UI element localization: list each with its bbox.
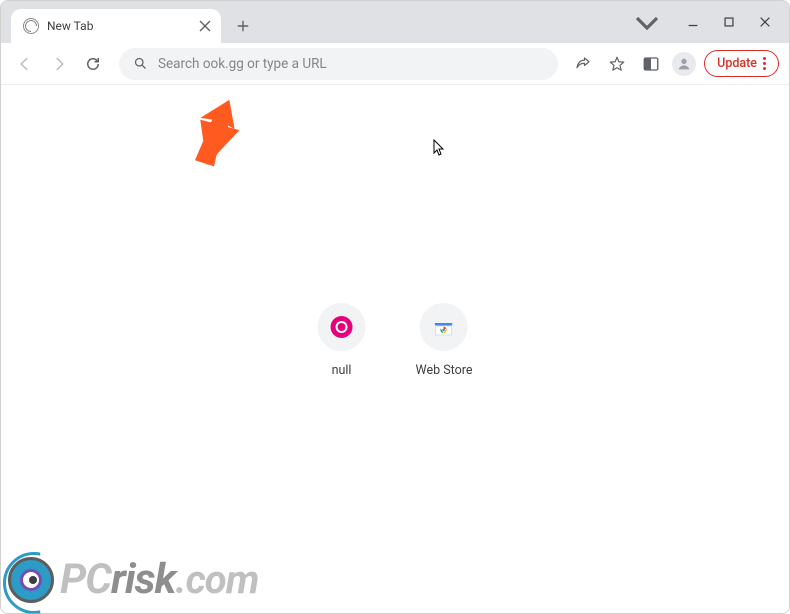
search-icon [133, 56, 148, 71]
back-button[interactable] [11, 50, 39, 78]
shortcut-label: null [332, 363, 352, 378]
address-bar[interactable] [119, 48, 558, 80]
annotation-arrow-icon [191, 95, 251, 179]
window-minimize-button[interactable] [677, 8, 709, 36]
omnibox-input[interactable] [158, 56, 544, 72]
globe-icon [23, 18, 39, 34]
profile-avatar[interactable] [672, 52, 696, 76]
browser-tab[interactable]: New Tab [11, 9, 221, 43]
window-close-button[interactable] [749, 8, 781, 36]
tab-close-icon[interactable] [197, 18, 213, 34]
tab-title: New Tab [47, 19, 189, 33]
mouse-cursor-icon [433, 139, 447, 161]
shortcut-webstore-icon [420, 303, 468, 351]
new-tab-button[interactable] [229, 12, 257, 40]
window-maximize-button[interactable] [713, 8, 745, 36]
window-controls [631, 1, 781, 43]
shortcut-null-icon [318, 303, 366, 351]
browser-window: New Tab [0, 0, 790, 614]
shortcut-web-store[interactable]: Web Store [416, 303, 473, 378]
toolbar-actions: Update [570, 50, 779, 77]
vertical-dots-icon [763, 57, 766, 70]
shortcut-label: Web Store [416, 363, 473, 378]
chevron-down-icon[interactable] [631, 8, 663, 36]
share-icon[interactable] [570, 51, 596, 77]
forward-button[interactable] [45, 50, 73, 78]
new-tab-content: null Web Store [1, 85, 789, 613]
reload-button[interactable] [79, 50, 107, 78]
shortcuts-row: null Web Store [318, 303, 473, 378]
bookmark-star-icon[interactable] [604, 51, 630, 77]
shortcut-null[interactable]: null [318, 303, 366, 378]
update-button-label: Update [717, 56, 757, 71]
update-button[interactable]: Update [704, 50, 779, 77]
side-panel-icon[interactable] [638, 51, 664, 77]
toolbar: Update [1, 43, 789, 85]
titlebar: New Tab [1, 1, 789, 43]
